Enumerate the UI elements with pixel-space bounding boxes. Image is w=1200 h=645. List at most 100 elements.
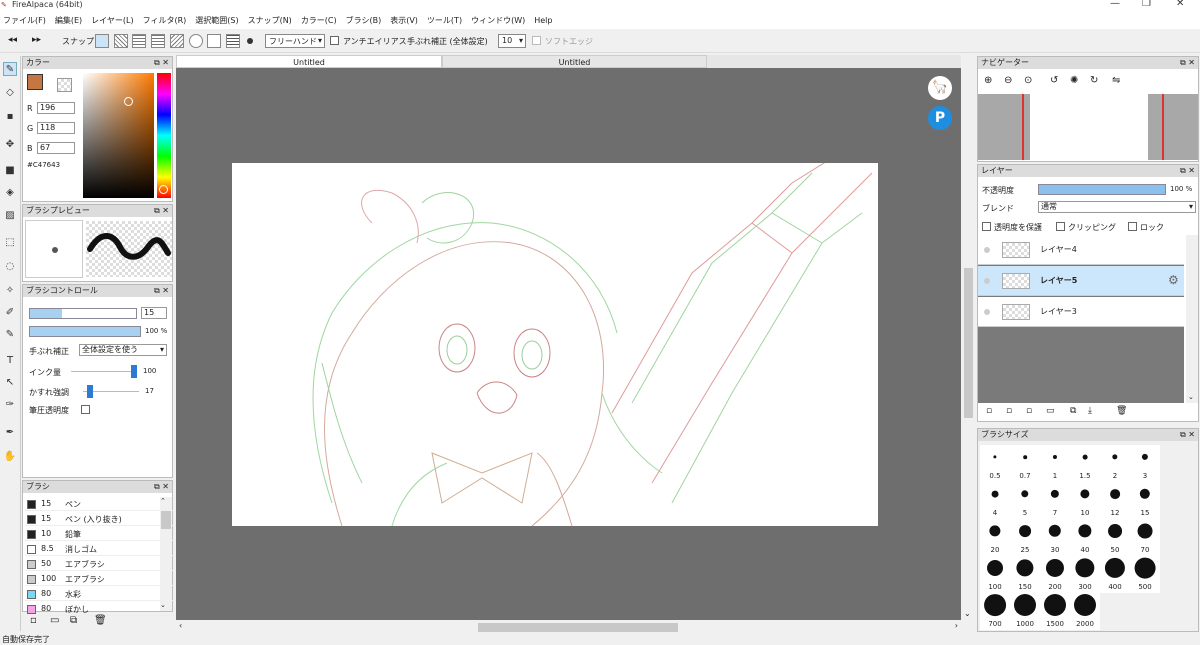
new-layer-icon[interactable]: ▫ (986, 406, 992, 416)
protect-alpha-checkbox[interactable] (982, 222, 991, 234)
menu-snap[interactable]: スナップ(N) (248, 15, 292, 26)
visibility-icon[interactable] (984, 309, 990, 315)
brush-size-option[interactable]: 0.7 (1010, 445, 1040, 482)
canvas-vertical-scrollbar[interactable]: ⌄ (961, 68, 975, 620)
layer-list-scrollbar[interactable]: ⌄ (1186, 235, 1198, 403)
fill-tool-icon[interactable]: ■ (3, 164, 17, 178)
eraser-tool-icon[interactable]: ◇ (3, 86, 17, 100)
brush-size-option[interactable]: 700 (980, 593, 1010, 630)
transparent-color-swatch[interactable] (57, 78, 72, 92)
g-input[interactable]: 118 (37, 122, 75, 134)
magic-wand-tool-icon[interactable]: ✧ (3, 284, 17, 298)
new-1bit-layer-icon[interactable]: ▫ (1026, 406, 1032, 416)
rotate-left-icon[interactable]: ↺ (1050, 75, 1058, 86)
brush-size-option[interactable]: 200 (1040, 556, 1070, 593)
saturation-value-picker[interactable] (83, 73, 154, 198)
brush-size-slider[interactable] (29, 308, 137, 319)
snap-circle-icon[interactable] (189, 34, 203, 48)
layer-row-selected[interactable]: レイヤー5 ⚙ (978, 266, 1184, 296)
new-brush-icon[interactable]: ▫ (30, 615, 37, 626)
menu-filter[interactable]: フィルタ(R) (143, 15, 187, 26)
brush-size-option[interactable]: 3 (1130, 445, 1160, 482)
brush-size-option[interactable]: 30 (1040, 519, 1070, 556)
brush-size-option[interactable]: 400 (1100, 556, 1130, 593)
brush-list-item[interactable]: 15 ペン (入り抜き) (25, 512, 178, 526)
pressure-checkbox[interactable] (81, 405, 90, 417)
redo-icon[interactable]: ▸▸ (32, 35, 41, 45)
brush-size-option[interactable]: 100 (980, 556, 1010, 593)
brush-stabilizer-select[interactable]: 全体設定を使う ▾ (79, 344, 167, 356)
brush-list-item[interactable]: 80 水彩 (25, 587, 178, 601)
navigator-preview[interactable] (978, 94, 1198, 160)
panel-close-icon[interactable]: ⧉ ✕ (1180, 429, 1195, 441)
eyedropper-tool-icon[interactable]: ✒ (3, 426, 17, 440)
brush-size-option[interactable]: 40 (1070, 519, 1100, 556)
panel-close-icon[interactable]: ⧉ ✕ (154, 285, 169, 297)
undo-icon[interactable]: ◂◂ (8, 35, 17, 45)
new-8bit-layer-icon[interactable]: ▫ (1006, 406, 1012, 416)
scroll-down-icon[interactable]: ⌄ (160, 601, 166, 609)
brush-tool-icon[interactable]: ✎ (3, 62, 17, 76)
tab-untitled-2[interactable]: Untitled (442, 55, 707, 68)
scroll-thumb[interactable] (964, 268, 973, 418)
new-folder-icon[interactable]: ▭ (1046, 406, 1055, 416)
snap-radial-icon[interactable] (170, 34, 184, 48)
close-button[interactable]: ✕ (1176, 0, 1184, 9)
brush-size-option[interactable]: 5 (1010, 482, 1040, 519)
menu-select[interactable]: 選択範囲(S) (195, 15, 238, 26)
scroll-right-icon[interactable]: › (955, 621, 958, 630)
scroll-up-icon[interactable]: ⌃ (160, 497, 166, 505)
brush-list-item[interactable]: 15 ペン (25, 497, 178, 511)
blend-select[interactable]: 通常 ▾ (1038, 201, 1196, 213)
alpaca-icon[interactable]: 🦙 (928, 76, 952, 100)
brush-opacity-slider[interactable] (29, 326, 141, 337)
brush-size-option[interactable]: 10 (1070, 482, 1100, 519)
brush-size-option[interactable]: 150 (1010, 556, 1040, 593)
delete-layer-icon[interactable]: 🗑 (1116, 406, 1127, 416)
flip-icon[interactable]: ⇋ (1112, 75, 1120, 86)
hue-slider[interactable] (157, 73, 171, 198)
minimize-button[interactable]: — (1110, 0, 1120, 9)
brush-size-option[interactable]: 50 (1100, 519, 1130, 556)
menu-help[interactable]: Help (534, 16, 552, 25)
drawing-canvas[interactable] (232, 163, 878, 526)
brush-size-option[interactable]: 70 (1130, 519, 1160, 556)
bucket-tool-icon[interactable]: ◈ (3, 186, 17, 200)
lock-checkbox[interactable] (1128, 222, 1137, 234)
zoom-out-icon[interactable]: ⊖ (1004, 75, 1012, 86)
brush-size-option[interactable]: 15 (1130, 482, 1160, 519)
snap-grid-icon[interactable] (132, 34, 146, 48)
zoom-fit-icon[interactable]: ⊙ (1024, 75, 1032, 86)
brush-list-item[interactable]: 10 鉛筆 (25, 527, 178, 541)
brush-size-input[interactable]: 15 (141, 307, 167, 319)
ink-slider-thumb[interactable] (131, 365, 137, 378)
gradient-tool-icon[interactable]: ▨ (3, 209, 17, 223)
snap-3d-icon[interactable] (226, 34, 240, 48)
brush-size-option[interactable]: 2 (1100, 445, 1130, 482)
menu-layer[interactable]: レイヤー(L) (91, 15, 133, 26)
panel-close-icon[interactable]: ⧉ ✕ (154, 57, 169, 69)
scroll-left-icon[interactable]: ‹ (179, 621, 182, 630)
brush-size-option[interactable]: 20 (980, 519, 1010, 556)
scroll-thumb[interactable] (478, 623, 678, 632)
text-tool-icon[interactable]: T (3, 354, 17, 368)
ink-slider-track[interactable] (71, 371, 135, 372)
softedge-checkbox[interactable] (532, 36, 541, 48)
rotate-right-icon[interactable]: ↻ (1090, 75, 1098, 86)
hand-tool-icon[interactable]: ✋ (3, 450, 17, 464)
reset-rotation-icon[interactable]: ✺ (1070, 75, 1078, 86)
brush-list-scrollbar[interactable]: ⌃ ⌄ (160, 497, 172, 611)
menu-edit[interactable]: 編集(E) (55, 15, 82, 26)
brush-size-option[interactable]: 25 (1010, 519, 1040, 556)
stabilizer-select[interactable]: 10 ▾ (498, 34, 526, 48)
r-input[interactable]: 196 (37, 102, 75, 114)
snap-settings-icon[interactable] (247, 38, 253, 44)
brush-size-option[interactable]: 2000 (1070, 593, 1100, 630)
menu-brush[interactable]: ブラシ(B) (346, 15, 382, 26)
lasso-tool-icon[interactable]: ◌ (3, 260, 17, 274)
panel-close-icon[interactable]: ⧉ ✕ (154, 481, 169, 493)
pixiv-icon[interactable]: P (928, 106, 952, 130)
snap-parallel-curve-icon[interactable] (151, 34, 165, 48)
merge-down-icon[interactable]: ⤓ (1088, 406, 1092, 416)
layer-row[interactable]: レイヤー3 (978, 297, 1184, 327)
